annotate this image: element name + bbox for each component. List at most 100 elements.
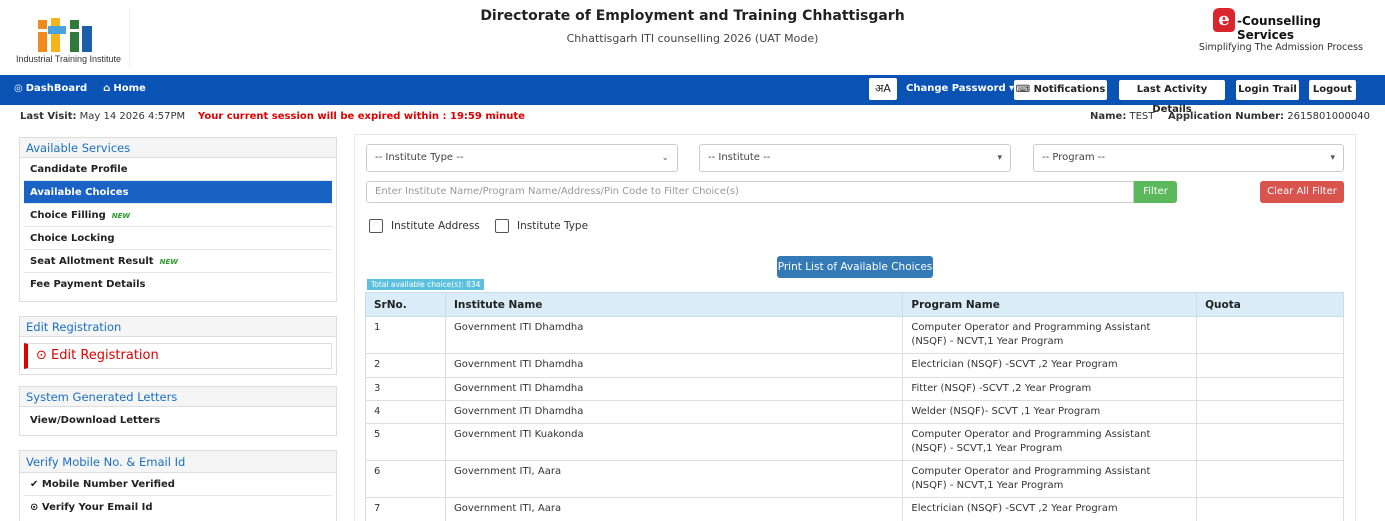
last-visit-value: May 14 2026 4:57PM [76,111,186,122]
keyboard-icon: ⌨ [1015,84,1034,95]
edit-registration-link[interactable]: ⊙ Edit Registration [24,343,332,369]
edit-registration-title: Edit Registration [20,317,336,337]
nav-home[interactable]: ⌂ Home [103,83,146,94]
sidebar-item-view-letters[interactable]: View/Download Letters [24,409,332,432]
sidebar-item-mobile-verified: ✔ Mobile Number Verified [24,473,332,496]
institute-type-select[interactable]: -- Institute Type -- ⌄ [366,144,678,172]
institute-select[interactable]: -- Institute -- ▾ [699,144,1011,172]
sidebar-item-candidate-profile[interactable]: Candidate Profile [24,158,332,181]
table-row: 7 Government ITI, Aara Electrician (NSQF… [365,497,1344,521]
sidebar-item-label: Fee Payment Details [30,279,146,290]
chevron-down-icon: ⌄ [661,153,669,163]
table-row: 3 Government ITI Dhamdha Fitter (NSQF) -… [365,377,1344,401]
cell-quota [1196,497,1344,521]
institute-address-checkbox[interactable] [369,219,383,233]
sidebar-item-fee-payment[interactable]: Fee Payment Details [24,273,332,296]
institute-value: -- Institute -- [708,152,771,163]
app-value: 2615801000040 [1284,111,1370,122]
cell-program: Computer Operator and Programming Assist… [902,460,1198,498]
institute-type-value: -- Institute Type -- [375,152,464,163]
verify-title: Verify Mobile No. & Email Id [20,451,336,473]
sidebar-item-label: Choice Locking [30,233,115,244]
edit-registration-label: Edit Registration [51,348,159,363]
cell-quota [1196,377,1344,401]
change-password-dropdown[interactable]: Change Password ▾ [906,83,1014,94]
cell-institute: Government ITI Dhamdha [444,353,904,378]
sidebar-item-label: Candidate Profile [30,164,128,175]
cell-quota [1196,316,1344,354]
cell-program: Electrician (NSQF) -SCVT ,2 Year Program [902,353,1198,378]
verify-panel: Verify Mobile No. & Email Id ✔ Mobile Nu… [19,450,337,521]
institute-type-checkbox[interactable] [495,219,509,233]
choices-table: SrNo. Institute Name Program Name Quota … [365,292,1344,521]
cell-program: Electrician (NSQF) -SCVT ,2 Year Program [902,497,1198,521]
cell-quota [1196,423,1344,461]
cell-program: Fitter (NSQF) -SCVT ,2 Year Program [902,377,1198,401]
nav-dashboard[interactable]: ◎ DashBoard [14,83,87,94]
last-visit-label: Last Visit: [20,111,77,122]
page-header: Industrial Training Institute Directorat… [0,0,1385,75]
language-toggle-button[interactable]: अA [869,78,897,100]
available-services-panel: Available Services Candidate Profile Ava… [19,137,337,302]
login-trail-button[interactable]: Login Trail [1236,80,1299,100]
cell-srno: 4 [365,400,446,424]
name-value: TEST [1126,111,1155,122]
notifications-label: Notifications [1033,84,1106,95]
brand-logo: e -Counselling Services Simplifying The … [1193,8,1363,58]
table-row: 1 Government ITI Dhamdha Computer Operat… [365,316,1344,354]
sidebar-item-seat-allotment[interactable]: Seat Allotment Result NEW [24,250,332,273]
program-select[interactable]: -- Program -- ▾ [1033,144,1344,172]
cell-srno: 7 [365,497,446,521]
sidebar-item-label: Available Choices [30,187,129,198]
top-navbar: ◎ DashBoard ⌂ Home अA Change Password ▾ ⌨ … [0,75,1385,115]
page-subtitle: Chhattisgarh ITI counselling 2026 (UAT M… [566,32,819,45]
cell-srno: 1 [365,316,446,354]
sidebar-item-label: View/Download Letters [30,415,161,426]
institute-address-label: Institute Address [391,220,480,232]
caret-down-icon: ▾ [997,153,1002,163]
sidebar-item-verify-email[interactable]: ⊙ Verify Your Email Id [24,496,332,519]
cell-institute: Government ITI, Aara [444,497,904,521]
filter-search-input[interactable]: Enter Institute Name/Program Name/Addres… [366,181,1134,203]
program-value: -- Program -- [1042,152,1105,163]
print-choices-button[interactable]: Print List of Available Choices [777,256,933,278]
brand-tagline: Simplifying The Admission Process [1198,42,1363,53]
logout-button[interactable]: Logout [1309,80,1356,100]
sidebar-item-label: Choice Filling [30,210,106,221]
sidebar-item-available-choices[interactable]: Available Choices [24,181,332,204]
dashboard-icon: ◎ [14,83,23,94]
sidebar-item-choice-locking[interactable]: Choice Locking [24,227,332,250]
cell-institute: Government ITI Kuakonda [444,423,904,461]
cell-quota [1196,460,1344,498]
cell-quota [1196,353,1344,378]
cell-srno: 3 [365,377,446,401]
institute-type-label: Institute Type [517,220,589,232]
col-quota: Quota [1196,292,1344,317]
caret-down-icon: ▾ [1330,153,1335,163]
last-visit: Last Visit: May 14 2026 4:57PM [20,111,185,122]
cell-srno: 5 [365,423,446,461]
cell-program: Welder (NSQF)- SCVT ,1 Year Program [902,400,1198,424]
total-choices-badge: Total available choice(s): 834 [367,279,485,290]
brand-e-icon: e [1213,8,1235,32]
notifications-button[interactable]: ⌨ Notifications [1014,80,1107,100]
cell-srno: 6 [365,460,446,498]
new-badge: NEW [111,212,131,220]
cell-institute: Government ITI Dhamdha [444,400,904,424]
filter-button[interactable]: Filter [1134,181,1177,203]
table-row: 5 Government ITI Kuakonda Computer Opera… [365,423,1344,461]
clock-icon: ⊙ [36,348,52,363]
table-row: 2 Government ITI Dhamdha Electrician (NS… [365,353,1344,378]
nav-home-label: Home [113,83,146,94]
last-activity-button[interactable]: Last Activity Details [1119,80,1225,115]
sidebar-item-choice-filling[interactable]: Choice Filling NEW [24,204,332,227]
available-services-title: Available Services [20,138,336,158]
cell-quota [1196,400,1344,424]
logo-text: Industrial Training Institute [16,54,122,64]
col-srno: SrNo. [365,292,446,317]
cell-program: Computer Operator and Programming Assist… [902,423,1198,461]
nav-left-links: ◎ DashBoard ⌂ Home [14,83,146,94]
clear-all-filter-button[interactable]: Clear All Filter [1260,181,1344,203]
table-header-row: SrNo. Institute Name Program Name Quota [365,292,1344,317]
cell-srno: 2 [365,353,446,378]
